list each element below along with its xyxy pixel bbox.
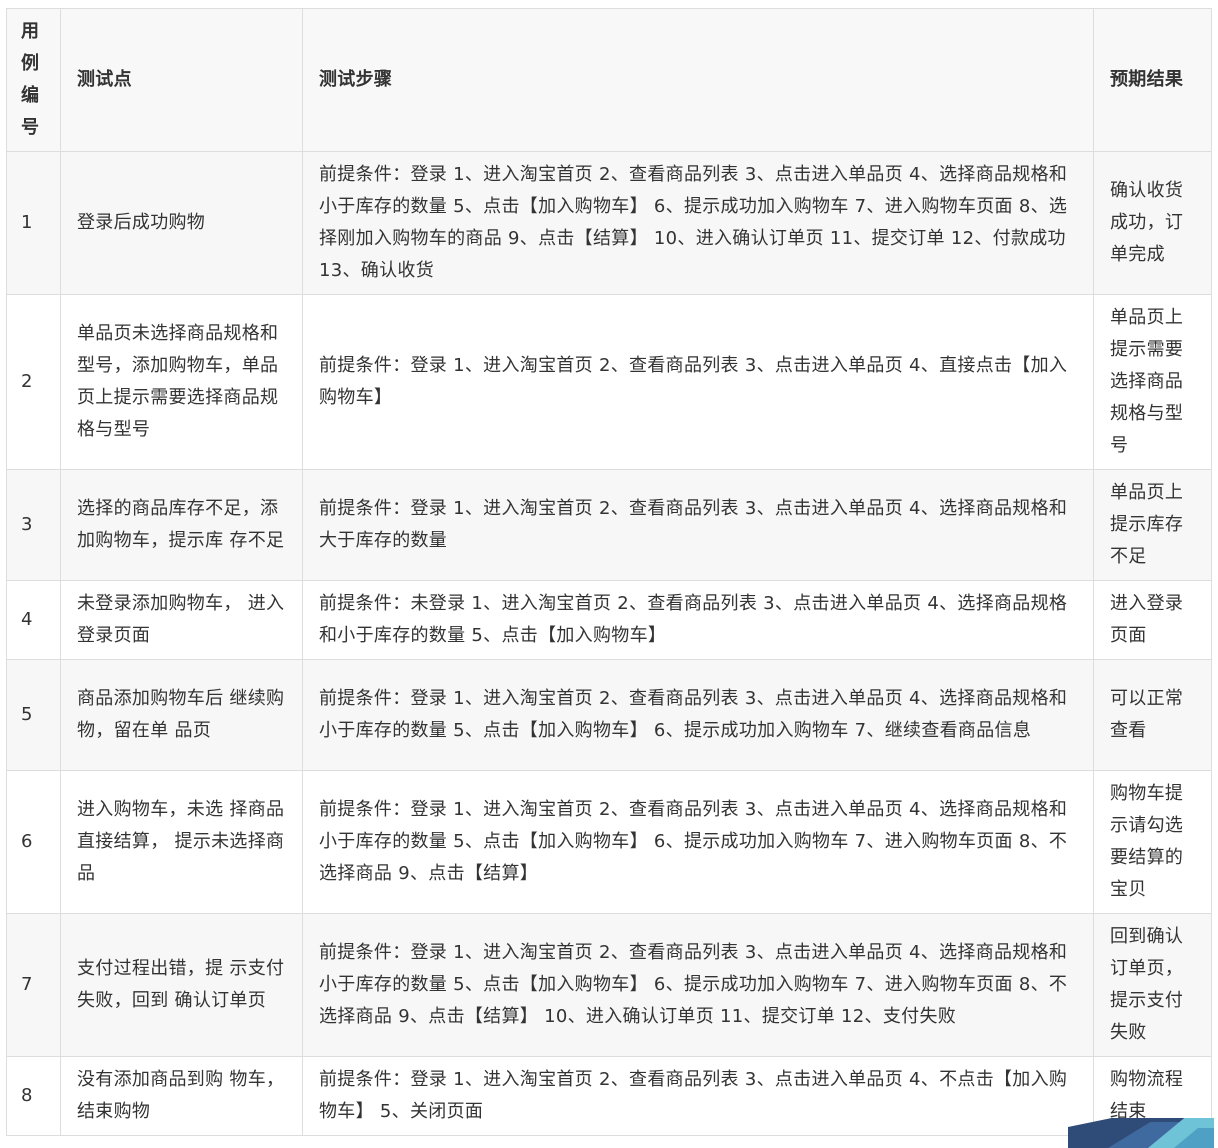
table-row: 6 进入购物车，未选 择商品直接结算， 提示未选择商品 前提条件：登录 1、进入… <box>6 770 1212 914</box>
test-steps-cell: 前提条件：登录 1、进入淘宝首页 2、查看商品列表 3、点击进入单品页 4、不点… <box>302 1056 1094 1136</box>
test-point-cell: 支付过程出错，提 示支付失败，回到 确认订单页 <box>60 913 303 1057</box>
case-id-cell: 7 <box>6 913 61 1057</box>
test-case-table: 用例编号 测试点 测试步骤 预期结果 1 登录后成功购物 前提条件：登录 1、进… <box>6 8 1212 1136</box>
test-point-cell: 进入购物车，未选 择商品直接结算， 提示未选择商品 <box>60 770 303 914</box>
case-id-cell: 8 <box>6 1056 61 1136</box>
case-id-cell: 4 <box>6 580 61 660</box>
table-header-row: 用例编号 测试点 测试步骤 预期结果 <box>6 8 1212 152</box>
test-steps-cell: 前提条件：登录 1、进入淘宝首页 2、查看商品列表 3、点击进入单品页 4、选择… <box>302 151 1094 295</box>
case-id-cell: 3 <box>6 469 61 581</box>
table-row: 3 选择的商品库存不足，添加购物车，提示库 存不足 前提条件：登录 1、进入淘宝… <box>6 469 1212 581</box>
table-row: 2 单品页未选择商品规格和型号，添加购物车，单品页上提示需要选择商品规格与型号 … <box>6 294 1212 470</box>
expected-result-cell: 单品页上提示库存不足 <box>1093 469 1212 581</box>
expected-result-cell: 可以正常查看 <box>1093 659 1212 771</box>
test-point-cell: 没有添加商品到购 物车，结束购物 <box>60 1056 303 1136</box>
test-steps-cell: 前提条件：登录 1、进入淘宝首页 2、查看商品列表 3、点击进入单品页 4、选择… <box>302 913 1094 1057</box>
expected-result-cell: 购物车提示请勾选要结算的宝贝 <box>1093 770 1212 914</box>
header-case-id: 用例编号 <box>6 8 61 152</box>
test-point-cell: 选择的商品库存不足，添加购物车，提示库 存不足 <box>60 469 303 581</box>
test-steps-cell: 前提条件：登录 1、进入淘宝首页 2、查看商品列表 3、点击进入单品页 4、选择… <box>302 469 1094 581</box>
header-expected-result: 预期结果 <box>1093 8 1212 152</box>
test-point-cell: 未登录添加购物车， 进入登录页面 <box>60 580 303 660</box>
test-steps-cell: 前提条件：登录 1、进入淘宝首页 2、查看商品列表 3、点击进入单品页 4、选择… <box>302 659 1094 771</box>
header-test-point: 测试点 <box>60 8 303 152</box>
test-point-cell: 商品添加购物车后 继续购物，留在单 品页 <box>60 659 303 771</box>
test-steps-cell: 前提条件：登录 1、进入淘宝首页 2、查看商品列表 3、点击进入单品页 4、选择… <box>302 770 1094 914</box>
case-id-cell: 1 <box>6 151 61 295</box>
test-steps-cell: 前提条件：登录 1、进入淘宝首页 2、查看商品列表 3、点击进入单品页 4、直接… <box>302 294 1094 470</box>
test-point-cell: 单品页未选择商品规格和型号，添加购物车，单品页上提示需要选择商品规格与型号 <box>60 294 303 470</box>
table-row: 8 没有添加商品到购 物车，结束购物 前提条件：登录 1、进入淘宝首页 2、查看… <box>6 1056 1212 1136</box>
expected-result-cell: 单品页上提示需要选择商品规格与型号 <box>1093 294 1212 470</box>
table-row: 5 商品添加购物车后 继续购物，留在单 品页 前提条件：登录 1、进入淘宝首页 … <box>6 659 1212 771</box>
case-id-cell: 2 <box>6 294 61 470</box>
table-row: 1 登录后成功购物 前提条件：登录 1、进入淘宝首页 2、查看商品列表 3、点击… <box>6 151 1212 295</box>
test-steps-cell: 前提条件：未登录 1、进入淘宝首页 2、查看商品列表 3、点击进入单品页 4、选… <box>302 580 1094 660</box>
expected-result-cell: 确认收货成功，订单完成 <box>1093 151 1212 295</box>
expected-result-cell: 进入登录页面 <box>1093 580 1212 660</box>
corner-decoration <box>1068 1118 1214 1148</box>
case-id-cell: 6 <box>6 770 61 914</box>
expected-result-cell: 回到确认订单页，提示支付失败 <box>1093 913 1212 1057</box>
test-point-cell: 登录后成功购物 <box>60 151 303 295</box>
header-test-steps: 测试步骤 <box>302 8 1094 152</box>
table-row: 4 未登录添加购物车， 进入登录页面 前提条件：未登录 1、进入淘宝首页 2、查… <box>6 580 1212 660</box>
table-row: 7 支付过程出错，提 示支付失败，回到 确认订单页 前提条件：登录 1、进入淘宝… <box>6 913 1212 1057</box>
case-id-cell: 5 <box>6 659 61 771</box>
